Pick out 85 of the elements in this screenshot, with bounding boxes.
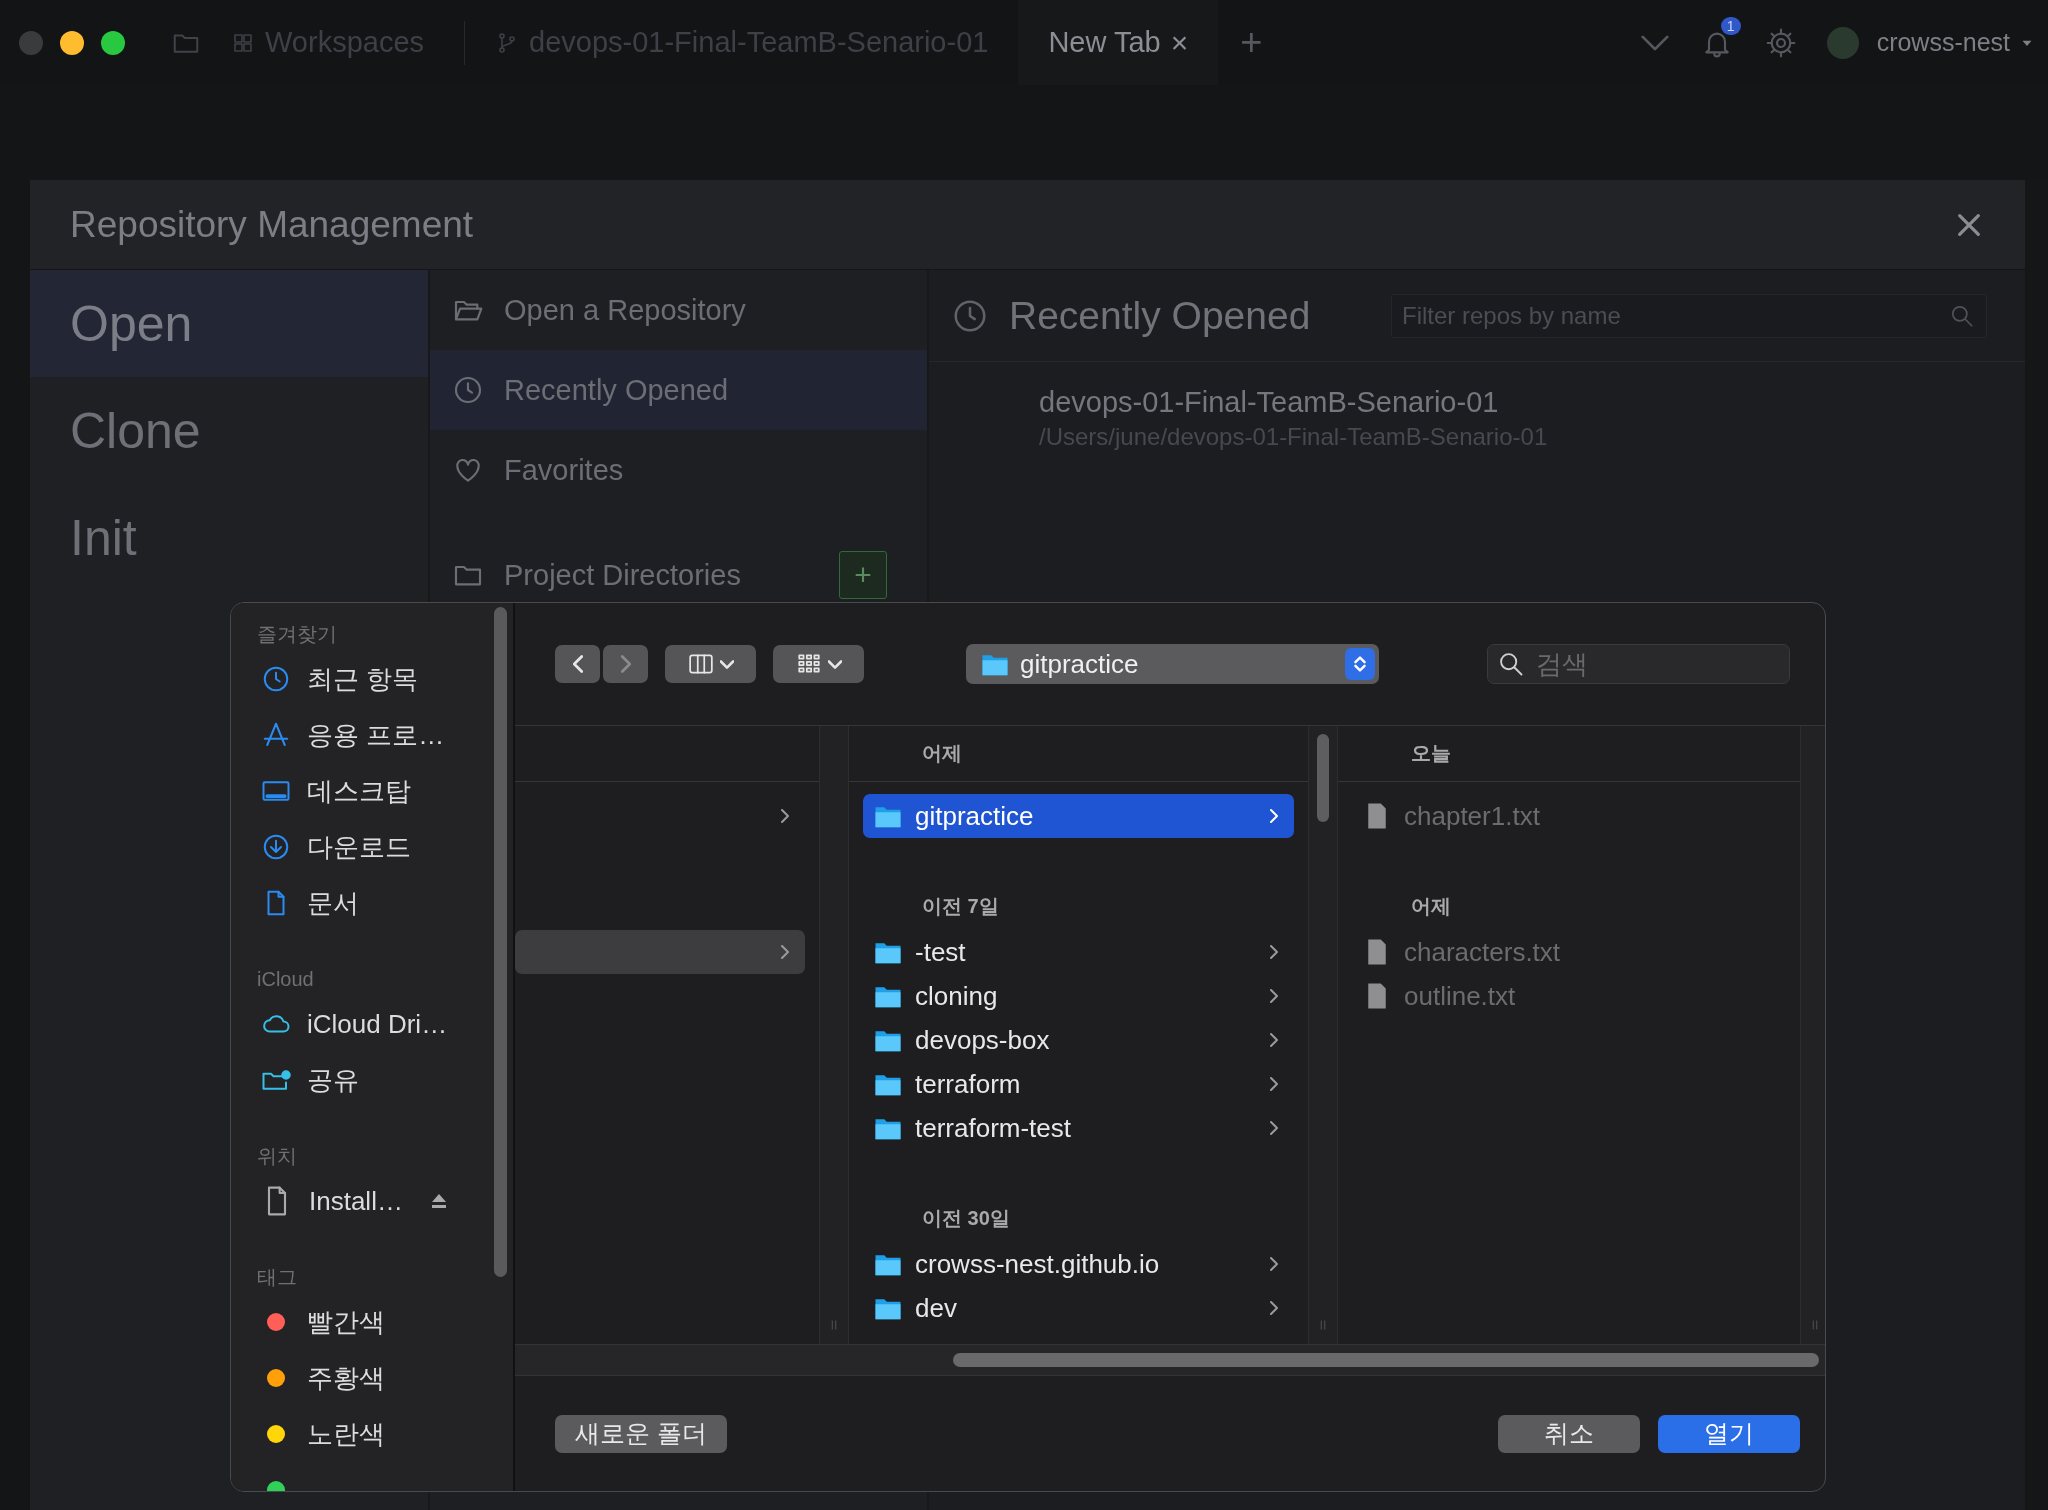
section-item[interactable]: Project Directories + <box>430 535 927 615</box>
forward-button[interactable] <box>603 645 648 683</box>
file-row[interactable]: terraform-test <box>863 1106 1294 1150</box>
download-icon <box>261 832 291 862</box>
section-item[interactable]: Open a Repository <box>430 270 927 350</box>
chevron-right-icon <box>620 655 631 673</box>
settings-icon[interactable] <box>1764 26 1797 59</box>
search-icon <box>1497 650 1525 678</box>
nav-item[interactable]: Init <box>30 484 428 591</box>
chevron-right-icon <box>781 945 789 959</box>
chevron-right-icon <box>1270 1033 1278 1047</box>
panel-title: Recently Opened <box>1009 293 1312 338</box>
sidebar-item[interactable]: 최근 항목 <box>261 651 513 707</box>
chevron-right-icon <box>1270 945 1278 959</box>
open-button[interactable]: 열기 <box>1658 1414 1800 1453</box>
minimize-window-button[interactable] <box>60 30 84 55</box>
file-row[interactable]: devops-box <box>863 1018 1294 1062</box>
chevron-right-icon <box>1270 1301 1278 1315</box>
sidebar-item[interactable]: iCloud Dri… <box>261 996 513 1052</box>
chevron-right-icon <box>1270 809 1278 823</box>
new-folder-button[interactable]: 새로운 폴더 <box>555 1414 727 1453</box>
sidebar-heading: 위치 <box>257 1144 298 1169</box>
sidebar-item[interactable]: 빨간색 <box>261 1294 513 1350</box>
nav-item[interactable]: Clone <box>30 377 428 484</box>
sidebar-item[interactable]: 데스크탑 <box>261 763 513 819</box>
close-window-button[interactable] <box>19 30 43 55</box>
group-button[interactable] <box>773 645 864 683</box>
section-label: Favorites <box>504 453 625 487</box>
tab[interactable]: New Tab × <box>1018 0 1219 85</box>
sidebar-heading: 태그 <box>257 1265 298 1290</box>
back-button[interactable] <box>555 645 600 683</box>
sidebar-item[interactable]: 다운로드 <box>261 819 513 875</box>
chevron-right-icon <box>1270 989 1278 1003</box>
user-name[interactable]: crowss-nest <box>1876 28 2010 57</box>
chevron-right-icon <box>781 809 789 823</box>
chevron-right-icon <box>1270 1077 1278 1091</box>
columns-icon <box>687 651 714 677</box>
location-dropdown[interactable]: gitpractice <box>966 644 1379 684</box>
section-label: Recently Opened <box>504 373 730 407</box>
file-row[interactable]: terraform <box>863 1062 1294 1106</box>
sidebar-item[interactable]: 노란색 <box>261 1406 513 1462</box>
chevron-down-icon <box>827 659 842 669</box>
group-heading: 어제 <box>1411 893 1451 919</box>
notification-badge: 1 <box>1720 16 1741 35</box>
file-row[interactable]: cloning <box>863 974 1294 1018</box>
sidebar-item[interactable]: 공유 <box>261 1052 513 1108</box>
cancel-button[interactable]: 취소 <box>1498 1414 1640 1453</box>
search-field[interactable]: 검색 <box>1487 644 1790 684</box>
zoom-window-button[interactable] <box>101 30 125 55</box>
add-button[interactable]: + <box>839 551 887 599</box>
file-row[interactable]: gitpractice <box>863 794 1294 838</box>
clock-icon <box>261 664 291 694</box>
group-heading: 어제 <box>922 741 962 766</box>
file-row[interactable]: dev <box>863 1286 1294 1330</box>
sidebar-item[interactable]: 문서 <box>261 875 513 931</box>
chevron-down-icon <box>719 659 734 669</box>
sidebar-item[interactable]: 주황색 <box>261 1350 513 1406</box>
close-tab-button[interactable]: × <box>1170 25 1189 60</box>
dialog-title: Repository Management <box>70 203 475 246</box>
sidebar-heading: 즐겨찾기 <box>257 622 338 647</box>
chevron-right-icon <box>1270 1257 1278 1271</box>
group-heading: 이전 30일 <box>922 1205 1010 1231</box>
scrollbar[interactable] <box>1317 734 1329 822</box>
section-item[interactable]: Recently Opened <box>430 350 927 430</box>
chevron-down-icon[interactable] <box>1640 34 1669 51</box>
section-label: Project Directories <box>504 558 742 592</box>
section-item[interactable]: Favorites <box>430 430 927 510</box>
clock-icon <box>452 374 484 406</box>
repo-name: devops-01-Final-TeamB-Senario-01 <box>1039 386 1500 419</box>
tab-label: New Tab <box>1048 26 1161 59</box>
sidebar-item[interactable]: Install… <box>261 1173 513 1229</box>
group-heading: 오늘 <box>1411 741 1451 766</box>
file-row[interactable]: crowss-nest.github.io <box>863 1242 1294 1286</box>
scrollbar[interactable] <box>953 1353 1819 1367</box>
scrollbar[interactable] <box>494 607 507 1277</box>
sidebar-item[interactable]: 응용 프로… <box>261 707 513 763</box>
sidebar-heading: iCloud <box>257 967 315 992</box>
group-heading: 이전 7일 <box>922 893 999 919</box>
view-button[interactable] <box>665 645 756 683</box>
file-row[interactable]: -test <box>863 930 1294 974</box>
avatar[interactable] <box>1826 26 1859 59</box>
nav-item[interactable]: Open <box>30 270 428 377</box>
chevron-right-icon <box>1270 1121 1278 1135</box>
chevron-left-icon <box>572 655 583 673</box>
section-label: Open a Repository <box>504 293 747 327</box>
